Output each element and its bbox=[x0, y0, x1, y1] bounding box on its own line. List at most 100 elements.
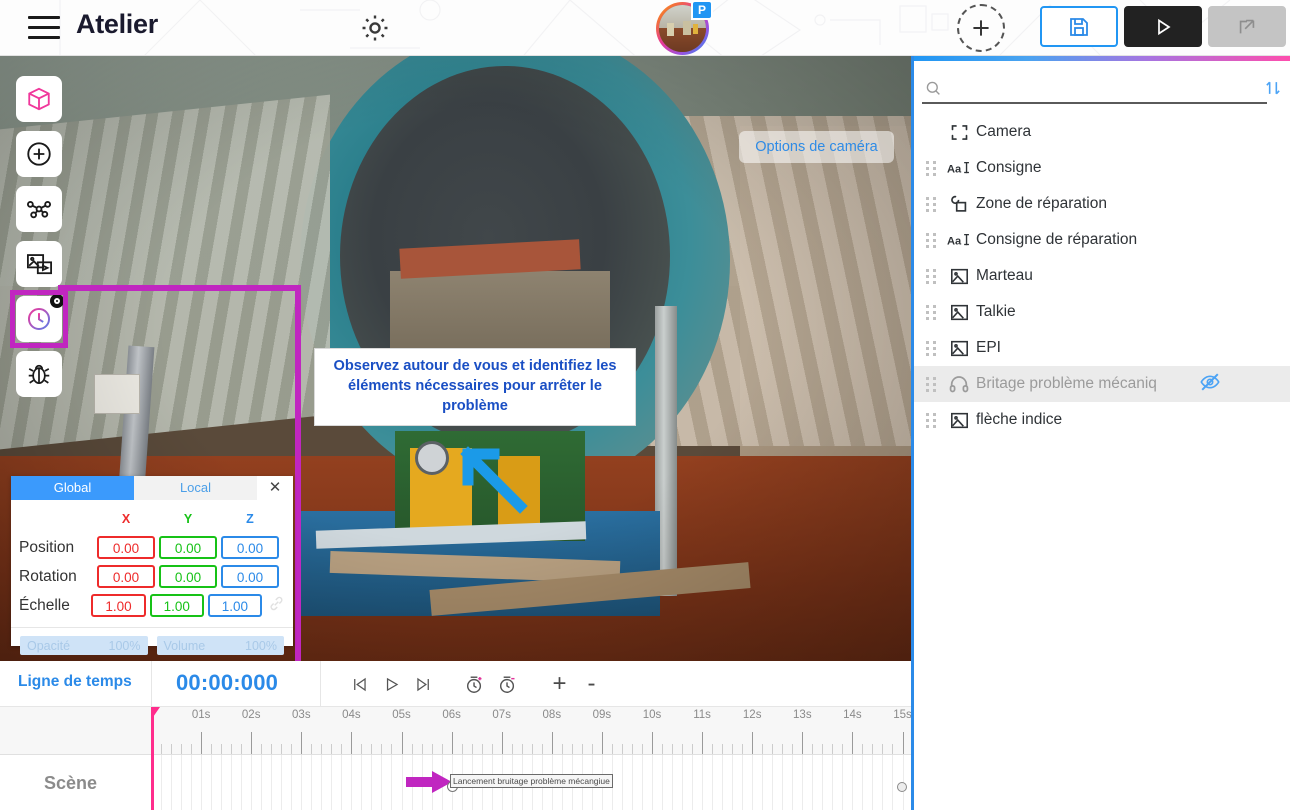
scale-x-field[interactable]: 1.00 bbox=[91, 594, 146, 617]
position-x-field[interactable]: 0.00 bbox=[97, 536, 155, 559]
zoom-out-button[interactable]: - bbox=[578, 670, 605, 697]
tool-debug-button[interactable] bbox=[16, 351, 62, 397]
sort-arrows-icon[interactable] bbox=[1263, 78, 1283, 103]
search-input[interactable] bbox=[950, 78, 1260, 100]
playhead-line[interactable] bbox=[151, 707, 154, 810]
volume-slider[interactable]: Volume 100% bbox=[156, 636, 284, 655]
add-scene-button[interactable] bbox=[957, 4, 1005, 52]
tool-media-button[interactable] bbox=[16, 241, 62, 287]
clip-end-handle[interactable] bbox=[897, 782, 907, 792]
add-keyframe-icon bbox=[466, 675, 482, 693]
timeline-ruler[interactable]: 01s 02s 03s 04s 05s 06s 07s 08s 09s 10s 11s 12s 13s 1… bbox=[0, 707, 911, 755]
track-gridline bbox=[331, 755, 333, 810]
preview-play-button[interactable] bbox=[1124, 6, 1202, 47]
scene-object-row[interactable]: Aa Consigne bbox=[914, 150, 1290, 186]
drag-handle-icon[interactable] bbox=[920, 160, 942, 176]
track-gridline bbox=[221, 755, 223, 810]
drag-handle-icon[interactable] bbox=[920, 232, 942, 248]
track-gridline bbox=[201, 755, 203, 810]
scene-object-row[interactable]: Aa Consigne de réparation bbox=[914, 222, 1290, 258]
ruler-tick-minor bbox=[311, 744, 313, 754]
add-keyframe-button[interactable] bbox=[461, 671, 488, 697]
thumbnail-badge: P bbox=[691, 0, 713, 20]
blue-arrow-annotation bbox=[460, 446, 528, 514]
ruler-tick-label: 12s bbox=[742, 709, 762, 721]
ruler-tick-minor bbox=[191, 744, 193, 754]
tab-local[interactable]: Local bbox=[134, 476, 257, 500]
position-z-field[interactable]: 0.00 bbox=[221, 536, 279, 559]
scene-object-row[interactable]: Britage problème mécaniq bbox=[914, 366, 1290, 402]
track-gridline bbox=[181, 755, 183, 810]
opacity-slider[interactable]: Opacité 100% bbox=[20, 636, 148, 655]
axis-label-x: X bbox=[121, 511, 131, 526]
scene-object-row[interactable]: Camera bbox=[914, 114, 1290, 150]
scene-object-row[interactable]: Zone de réparation bbox=[914, 186, 1290, 222]
hamburger-bar bbox=[28, 26, 60, 29]
scene-thumbnail[interactable]: P bbox=[656, 0, 713, 55]
scale-y-field[interactable]: 1.00 bbox=[149, 594, 204, 617]
ruler-tick-label: 08s bbox=[542, 709, 562, 721]
track-gridline bbox=[371, 755, 373, 810]
chain-link-icon[interactable] bbox=[268, 595, 285, 617]
volume-label: Volume bbox=[163, 638, 206, 653]
ruler-tick-minor bbox=[411, 744, 413, 754]
close-icon[interactable]: ✕ bbox=[257, 476, 293, 500]
drag-handle-icon[interactable] bbox=[920, 304, 942, 320]
timeline-clip[interactable]: Lancement bruitage problème mécangiue bbox=[450, 774, 613, 788]
svg-text:Aa: Aa bbox=[947, 235, 962, 247]
timeline-current-time: 00:00:000 bbox=[176, 670, 279, 695]
rotation-y-field[interactable]: 0.00 bbox=[159, 565, 217, 588]
eye-off-icon[interactable] bbox=[1199, 371, 1221, 398]
drag-handle-icon[interactable] bbox=[920, 376, 942, 392]
image-icon bbox=[942, 266, 976, 287]
play-pause-button[interactable] bbox=[378, 671, 405, 697]
hamburger-menu-button[interactable] bbox=[28, 16, 60, 40]
volume-value: 100% bbox=[245, 638, 277, 653]
scene-object-row[interactable]: flèche indice bbox=[914, 402, 1290, 438]
skip-start-icon bbox=[354, 677, 366, 691]
rotation-z-field[interactable]: 0.00 bbox=[221, 565, 279, 588]
ruler-tick-label: 15s bbox=[893, 709, 911, 721]
scene-object-label: EPI bbox=[976, 339, 1001, 356]
hamburger-bar bbox=[28, 16, 60, 19]
scene-object-row[interactable]: EPI bbox=[914, 330, 1290, 366]
track-gridline bbox=[621, 755, 623, 810]
export-button[interactable] bbox=[1208, 6, 1286, 47]
timeline-title: Ligne de temps bbox=[18, 673, 132, 690]
tool-cube-button[interactable] bbox=[16, 76, 62, 122]
scene-object-row[interactable]: Talkie bbox=[914, 294, 1290, 330]
skip-end-button[interactable] bbox=[410, 671, 437, 697]
gear-icon[interactable] bbox=[358, 11, 392, 50]
ruler-tick-minor bbox=[441, 744, 443, 754]
zoom-in-button[interactable]: + bbox=[546, 670, 573, 697]
ruler-tick-minor bbox=[281, 744, 283, 754]
track-gridline bbox=[722, 755, 724, 810]
ruler-tick-minor bbox=[692, 744, 694, 754]
track-gridline bbox=[281, 755, 283, 810]
scale-z-field[interactable]: 1.00 bbox=[207, 594, 262, 617]
image-icon bbox=[942, 302, 976, 323]
position-y-field[interactable]: 0.00 bbox=[159, 536, 217, 559]
remove-keyframe-button[interactable] bbox=[494, 671, 521, 697]
tab-global[interactable]: Global bbox=[11, 476, 134, 500]
drag-handle-icon[interactable] bbox=[920, 412, 942, 428]
skip-start-button[interactable] bbox=[346, 671, 373, 697]
ruler-tick-minor bbox=[682, 744, 684, 754]
save-button[interactable] bbox=[1040, 6, 1118, 47]
tool-interactions-button[interactable] bbox=[16, 186, 62, 232]
rotation-x-field[interactable]: 0.00 bbox=[97, 565, 155, 588]
track-gridline bbox=[802, 755, 804, 810]
drag-handle-icon[interactable] bbox=[920, 196, 942, 212]
track-gridline bbox=[672, 755, 674, 810]
skip-end-icon bbox=[417, 677, 429, 691]
scene-object-label: Britage problème mécaniq bbox=[976, 375, 1157, 392]
track-gridline bbox=[381, 755, 383, 810]
ruler-tick-minor bbox=[541, 744, 543, 754]
drag-handle-icon[interactable] bbox=[920, 340, 942, 356]
tool-add-button[interactable] bbox=[16, 131, 62, 177]
ruler-tick-minor bbox=[161, 744, 163, 754]
camera-options-button[interactable]: Options de caméra bbox=[739, 131, 894, 163]
drag-handle-icon[interactable] bbox=[920, 268, 942, 284]
scene-object-row[interactable]: Marteau bbox=[914, 258, 1290, 294]
ruler-tick-minor bbox=[261, 744, 263, 754]
